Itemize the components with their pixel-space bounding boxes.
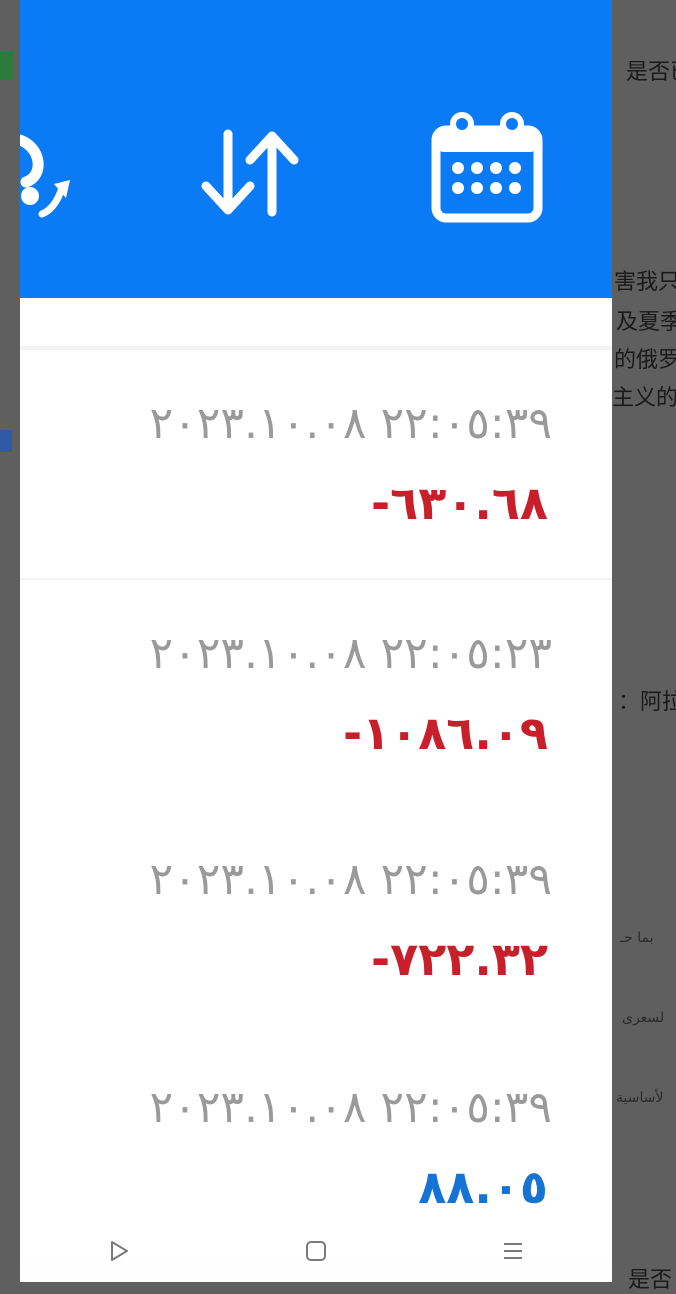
transaction-datetime: ٢٢:٠٥:٢٣ ٢٠٢٣.١٠.٠٨ <box>149 628 552 679</box>
background-text-7: 是否 <box>628 1268 673 1293</box>
transactions-panel: ٢٢:٠٥:٣٩ ٢٠٢٣.١٠.٠٨ -٦٣٠.٦٨ ٢٢:٠٥:٢٣ ٢٠٢… <box>20 0 612 1282</box>
transaction-amount: -٦٣٠.٦٨ <box>371 476 548 530</box>
background-arabic-1: بما حـ <box>620 930 654 946</box>
transaction-amount: ٨٨.٠٥ <box>418 1160 548 1214</box>
transaction-row[interactable]: ٢٢:٠٥:٣٩ ٢٠٢٣.١٠.٠٨ -٧٢٢.٣٢ <box>20 806 612 1034</box>
transaction-datetime: ٢٢:٠٥:٣٩ ٢٠٢٣.١٠.٠٨ <box>149 854 552 905</box>
calendar-icon[interactable] <box>430 112 544 224</box>
background-text-3: 及夏季 <box>616 310 676 335</box>
system-navigation-bar <box>20 1220 612 1282</box>
transaction-datetime: ٢٢:٠٥:٣٩ ٢٠٢٣.١٠.٠٨ <box>149 398 552 449</box>
background-text-6: ：阿拉 <box>618 690 676 715</box>
share-icon[interactable] <box>20 120 100 230</box>
menu-icon[interactable] <box>500 1238 526 1264</box>
transaction-amount: -١٠٨٦.٠٩ <box>342 706 548 760</box>
transaction-datetime: ٢٢:٠٥:٣٩ ٢٠٢٣.١٠.٠٨ <box>149 1082 552 1133</box>
sort-arrows-icon[interactable] <box>196 128 306 218</box>
top-toolbar <box>20 0 612 298</box>
back-icon[interactable] <box>106 1238 132 1264</box>
list-header-spacer <box>20 298 612 346</box>
background-badge-blue <box>0 430 12 452</box>
background-badge <box>0 52 14 80</box>
transaction-row[interactable]: ٢٢:٠٥:٣٩ ٢٠٢٣.١٠.٠٨ -٦٣٠.٦٨ <box>20 350 612 578</box>
background-text-4: 的俄罗斯 <box>614 348 676 373</box>
background-arabic-3: لأساسية <box>616 1090 664 1106</box>
transaction-amount: -٧٢٢.٣٢ <box>371 932 548 986</box>
transaction-row[interactable]: ٢٢:٠٥:٢٣ ٢٠٢٣.١٠.٠٨ -١٠٨٦.٠٩ <box>20 580 612 808</box>
background-text-1: 是否已 <box>626 60 676 85</box>
background-arabic-2: لسعرى <box>622 1010 665 1026</box>
home-icon[interactable] <box>303 1238 329 1264</box>
background-text-2: 害我只是 <box>614 270 676 295</box>
background-text-5: 主义的人 <box>612 386 676 411</box>
